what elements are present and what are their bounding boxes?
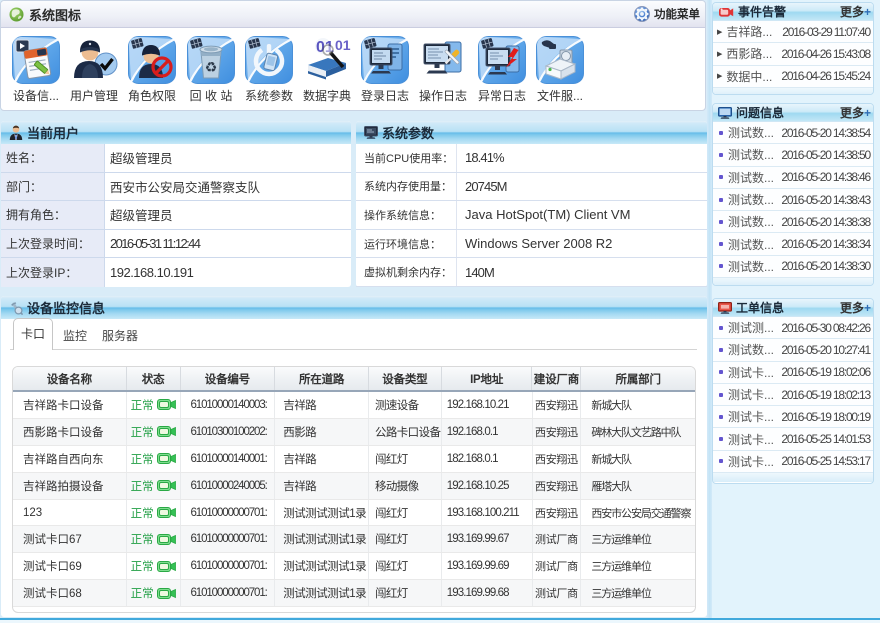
svg-text:01: 01	[335, 37, 351, 53]
svg-text:♻: ♻	[205, 59, 218, 75]
